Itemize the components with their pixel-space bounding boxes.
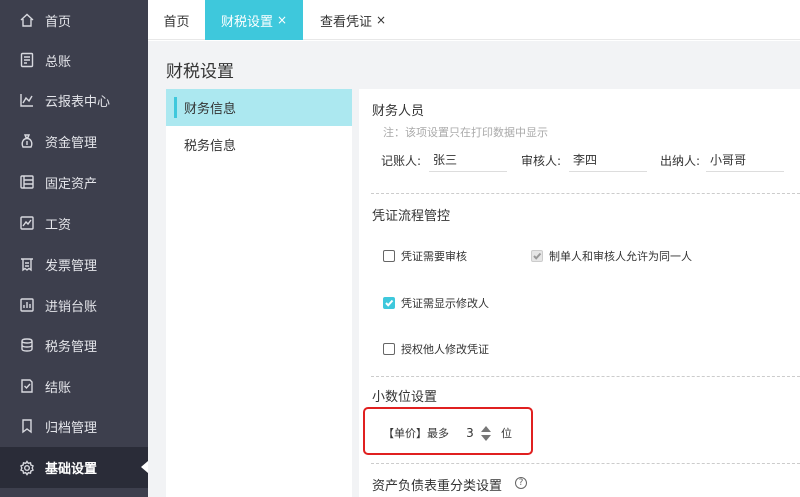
inventory-icon	[18, 296, 36, 314]
sidebar-item-label: 发票管理	[45, 258, 98, 274]
decimal-unit: 位	[501, 427, 512, 440]
archive-icon	[18, 417, 36, 435]
divider	[371, 376, 800, 377]
sidebar-item-label: 首页	[45, 14, 72, 30]
sidebar-item-inventory-ledger[interactable]: 进销台账	[0, 285, 148, 325]
divider	[371, 463, 800, 464]
sidebar-item-funds[interactable]: 资金管理	[0, 121, 148, 161]
require-review-checkbox[interactable]: 凭证需要审核	[383, 248, 467, 264]
close-icon[interactable]: ×	[277, 13, 287, 27]
section-title-balance-reclass: 资产负债表重分类设置	[372, 479, 503, 494]
sidebar-item-label: 固定资产	[45, 176, 98, 192]
sidebar-item-basic-settings[interactable]: 基础设置	[0, 447, 148, 488]
close-books-icon	[18, 377, 36, 395]
checkbox-label: 授权他人修改凭证	[401, 343, 489, 356]
stepper-up-icon[interactable]	[481, 425, 491, 432]
divider	[371, 193, 800, 194]
checkbox-unchecked-icon	[383, 250, 395, 262]
page-title: 财税设置	[166, 62, 234, 82]
cashier-input[interactable]	[706, 148, 784, 172]
sidebar-item-label: 税务管理	[45, 339, 98, 355]
tab-home[interactable]: 首页	[148, 0, 205, 40]
same-person-checkbox[interactable]: 制单人和审核人允许为同一人	[531, 248, 692, 264]
home-icon	[18, 11, 36, 29]
asset-icon	[18, 173, 36, 191]
checkbox-unchecked-icon	[383, 343, 395, 355]
stepper-down-icon[interactable]	[481, 434, 491, 441]
checkbox-label: 制单人和审核人允许为同一人	[549, 250, 692, 263]
close-icon[interactable]: ×	[376, 13, 386, 27]
sidebar-item-label: 云报表中心	[45, 94, 111, 110]
checkbox-label: 凭证需显示修改人	[401, 297, 489, 310]
bookkeeper-input[interactable]	[429, 148, 507, 172]
ledger-icon	[18, 51, 36, 69]
tab-view-voucher[interactable]: 查看凭证 ×	[313, 0, 393, 40]
menu-item-tax-info[interactable]: 税务信息	[166, 126, 352, 163]
sidebar: 首页 总账 云报表中心 资金管理 固定资产 工资 发票管理 进销台账 税务管理 …	[0, 0, 148, 497]
sidebar-item-cloud-reports[interactable]: 云报表中心	[0, 80, 148, 120]
show-modifier-checkbox[interactable]: 凭证需显示修改人	[383, 295, 489, 311]
sidebar-item-label: 总账	[45, 54, 72, 70]
invoice-icon	[18, 255, 36, 273]
sidebar-item-tax[interactable]: 税务管理	[0, 325, 148, 365]
settings-menu: 财务信息 税务信息	[166, 89, 352, 497]
checkbox-checked-disabled-icon	[531, 250, 543, 262]
menu-item-label: 税务信息	[184, 139, 237, 154]
section-title-voucher-flow: 凭证流程管控	[372, 209, 451, 224]
tab-label: 财税设置	[220, 14, 273, 30]
tab-label: 首页	[163, 14, 190, 30]
salary-icon	[18, 214, 36, 232]
chart-icon	[18, 91, 36, 109]
sidebar-item-label: 归档管理	[45, 420, 98, 436]
tab-label: 查看凭证	[319, 14, 372, 30]
checkbox-checked-icon	[383, 297, 395, 309]
cashier-label: 出纳人:	[660, 154, 701, 168]
sidebar-item-fixed-assets[interactable]: 固定资产	[0, 162, 148, 202]
sidebar-item-label: 结账	[45, 380, 72, 396]
section-title-decimal: 小数位设置	[372, 390, 438, 405]
tax-icon	[18, 336, 36, 354]
bookkeeper-label: 记账人:	[381, 154, 422, 168]
sidebar-item-label: 工资	[45, 217, 72, 233]
authorize-edit-checkbox[interactable]: 授权他人修改凭证	[383, 341, 489, 357]
sidebar-item-home[interactable]: 首页	[0, 0, 148, 40]
sidebar-item-archive[interactable]: 归档管理	[0, 406, 148, 446]
help-icon[interactable]: ?	[515, 477, 527, 489]
reviewer-input[interactable]	[569, 148, 647, 172]
sidebar-item-general-ledger[interactable]: 总账	[0, 40, 148, 80]
checkbox-label: 凭证需要审核	[401, 250, 467, 263]
unit-price-label: 【单价】最多	[383, 427, 449, 440]
section-title-finance-staff: 财务人员	[372, 104, 425, 119]
menu-item-label: 财务信息	[184, 102, 237, 117]
sidebar-item-label: 资金管理	[45, 135, 98, 151]
sidebar-item-salary[interactable]: 工资	[0, 203, 148, 243]
print-note: 注：该项设置只在打印数据中显示	[383, 126, 548, 139]
tab-bar: 首页 财税设置 × 查看凭证 ×	[148, 0, 800, 40]
sidebar-item-label: 基础设置	[45, 462, 98, 477]
sidebar-item-label: 进销台账	[45, 299, 98, 315]
sidebar-item-close-books[interactable]: 结账	[0, 366, 148, 406]
sidebar-item-invoices[interactable]: 发票管理	[0, 244, 148, 284]
decimal-setting: 【单价】最多 3 位	[383, 425, 512, 441]
tab-tax-settings[interactable]: 财税设置 ×	[205, 0, 303, 40]
gear-icon	[18, 459, 36, 477]
decimal-places-value[interactable]: 3	[463, 426, 477, 440]
reviewer-label: 审核人:	[521, 154, 562, 168]
money-bag-icon	[18, 132, 36, 150]
menu-item-finance-info[interactable]: 财务信息	[166, 89, 352, 126]
decimal-stepper	[481, 425, 491, 441]
